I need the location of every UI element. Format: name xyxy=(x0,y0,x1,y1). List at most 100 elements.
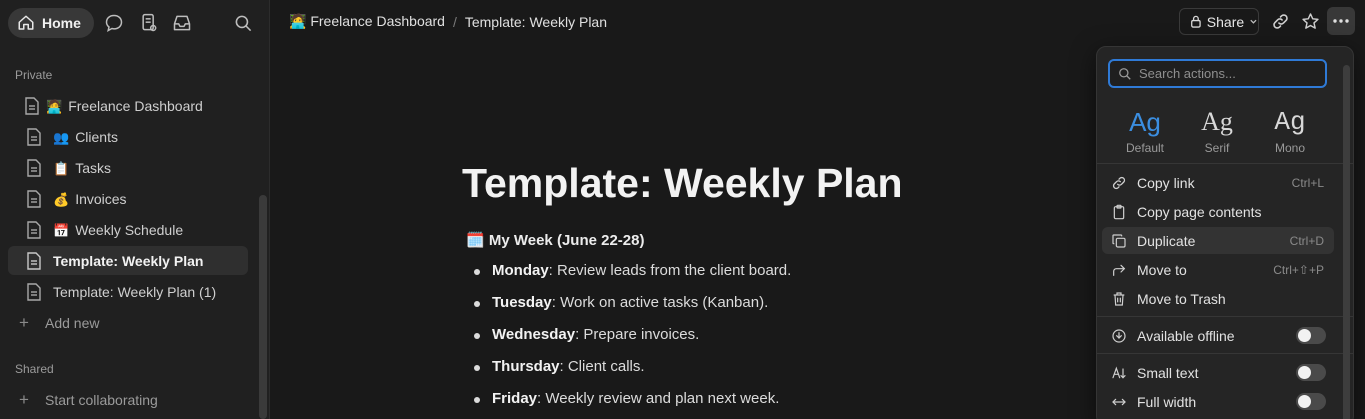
page-icon xyxy=(27,221,41,239)
sidebar-item-invoices[interactable]: 💰 Invoices xyxy=(8,184,248,213)
list-item[interactable]: Wednesday: Prepare invoices. xyxy=(472,326,791,358)
font-label: Default xyxy=(1125,141,1165,155)
sidebar-item-label: Clients xyxy=(75,129,118,145)
week-heading[interactable]: 🗓️ My Week (June 22-28) xyxy=(466,231,644,249)
item-emoji: 👥 xyxy=(53,130,70,145)
day-name: Friday xyxy=(492,390,538,407)
calendar-emoji: 🗓️ xyxy=(466,232,485,249)
menu-item-label: Move to Trash xyxy=(1137,291,1226,307)
list-item[interactable]: Thursday: Client calls. xyxy=(472,358,791,390)
breadcrumb-emoji: 🧑‍💻 xyxy=(289,13,307,29)
search-icon[interactable] xyxy=(232,12,254,34)
small-text-toggle[interactable] xyxy=(1296,364,1326,381)
menu-divider xyxy=(1097,163,1353,164)
page-icon xyxy=(27,252,41,270)
topbar: 🧑‍💻 Freelance Dashboard / Template: Week… xyxy=(271,0,1365,44)
share-button[interactable]: Share xyxy=(1179,8,1259,35)
sidebar-item-tasks[interactable]: 📋 Tasks xyxy=(8,153,248,182)
search-actions-input[interactable] xyxy=(1139,66,1319,81)
font-option-serif[interactable]: Ag Serif xyxy=(1187,105,1247,155)
breadcrumb-separator: / xyxy=(452,13,457,30)
full-width-toggle[interactable] xyxy=(1296,393,1326,410)
home-button[interactable]: Home xyxy=(8,8,94,38)
list-item[interactable]: Tuesday: Work on active tasks (Kanban). xyxy=(472,294,791,326)
full-width-item[interactable]: Full width xyxy=(1102,388,1334,415)
page-icon xyxy=(27,283,41,301)
sidebar-item-label: Freelance Dashboard xyxy=(68,98,203,114)
menu-item-label: Copy page contents xyxy=(1137,204,1262,220)
copy-page-contents-item[interactable]: Copy page contents xyxy=(1102,198,1334,225)
page-icon xyxy=(25,97,39,115)
home-label: Home xyxy=(42,15,81,31)
item-emoji: 📋 xyxy=(53,161,70,176)
sidebar-item-label: Template: Weekly Plan (1) xyxy=(53,284,217,300)
list-item[interactable]: Friday: Weekly review and plan next week… xyxy=(472,390,791,419)
day-name: Tuesday xyxy=(492,294,552,311)
menu-item-label: Copy link xyxy=(1137,175,1195,191)
add-new-label: Add new xyxy=(45,315,100,331)
sidebar-top: Home xyxy=(0,0,270,44)
share-label: Share xyxy=(1206,13,1245,30)
font-label: Serif xyxy=(1204,141,1230,155)
copy-link-item[interactable]: Copy link Ctrl+L xyxy=(1102,169,1334,196)
breadcrumb-parent[interactable]: 🧑‍💻 Freelance Dashboard xyxy=(289,13,445,30)
item-emoji: 💰 xyxy=(53,192,70,207)
ai-meeting-icon[interactable] xyxy=(138,12,160,34)
font-option-mono[interactable]: Ag Mono xyxy=(1260,105,1320,155)
page-actions-menu: Ag Default Ag Serif Ag Mono Copy link Ct… xyxy=(1096,46,1354,419)
menu-item-shortcut: Ctrl+L xyxy=(1291,176,1324,190)
breadcrumb-current[interactable]: Template: Weekly Plan xyxy=(465,14,607,30)
star-icon[interactable] xyxy=(1299,10,1321,32)
home-icon xyxy=(18,15,34,30)
small-text-item[interactable]: Small text xyxy=(1102,359,1334,386)
duplicate-icon xyxy=(1110,232,1128,250)
font-sample: Ag xyxy=(1274,107,1306,137)
sidebar-scrollbar[interactable] xyxy=(259,195,267,419)
menu-item-shortcut: Ctrl+⇧+P xyxy=(1273,263,1324,277)
start-collaborating-label: Start collaborating xyxy=(45,392,158,408)
ellipsis-icon xyxy=(1333,19,1349,23)
sidebar-item-weekly-schedule[interactable]: 📅 Weekly Schedule xyxy=(8,215,248,244)
day-name: Wednesday xyxy=(492,326,576,343)
menu-scrollbar[interactable] xyxy=(1343,65,1350,419)
available-offline-item[interactable]: Available offline xyxy=(1102,322,1334,349)
sidebar-item-template-weekly-plan-1[interactable]: Template: Weekly Plan (1) xyxy=(8,277,248,306)
breadcrumb-parent-label: Freelance Dashboard xyxy=(310,13,445,29)
arrow-turn-right-icon xyxy=(1110,261,1128,279)
sidebar: Home Private 🧑‍💻 Freelance Dashboard 👥 Cli… xyxy=(0,0,270,419)
chevron-down-icon xyxy=(1250,19,1257,24)
list-item[interactable]: Monday: Review leads from the client boa… xyxy=(472,262,791,294)
menu-item-label: Available offline xyxy=(1137,328,1235,344)
move-to-trash-item[interactable]: Move to Trash xyxy=(1102,285,1334,312)
search-actions-field[interactable] xyxy=(1108,59,1327,88)
link-icon[interactable] xyxy=(1269,10,1291,32)
page-icon xyxy=(27,128,41,146)
page-title[interactable]: Template: Weekly Plan xyxy=(462,160,903,207)
private-section-label: Private xyxy=(15,68,53,82)
download-circle-icon xyxy=(1110,327,1128,345)
breadcrumb: 🧑‍💻 Freelance Dashboard / Template: Week… xyxy=(289,13,607,30)
font-sample: Ag xyxy=(1129,107,1161,137)
menu-item-label: Full width xyxy=(1137,394,1197,410)
sidebar-item-label: Template: Weekly Plan xyxy=(53,253,204,269)
lock-icon xyxy=(1191,15,1201,28)
inbox-icon[interactable] xyxy=(171,12,193,34)
move-to-item[interactable]: Move to Ctrl+⇧+P xyxy=(1102,256,1334,283)
more-options-button[interactable] xyxy=(1327,7,1355,35)
page-icon xyxy=(27,159,41,177)
sidebar-item-label: Weekly Schedule xyxy=(75,222,184,238)
sidebar-item-freelance-dashboard[interactable]: 🧑‍💻 Freelance Dashboard xyxy=(8,91,248,120)
plus-icon: + xyxy=(19,313,29,332)
menu-item-label: Small text xyxy=(1137,365,1199,381)
sidebar-item-template-weekly-plan[interactable]: Template: Weekly Plan xyxy=(8,246,248,275)
menu-item-label: Duplicate xyxy=(1137,233,1196,249)
clipboard-icon xyxy=(1110,203,1128,221)
font-label: Mono xyxy=(1274,141,1306,155)
available-offline-toggle[interactable] xyxy=(1296,327,1326,344)
sidebar-item-label: Tasks xyxy=(75,160,111,176)
font-option-default[interactable]: Ag Default xyxy=(1115,105,1175,155)
menu-item-label: Move to xyxy=(1137,262,1187,278)
sidebar-item-clients[interactable]: 👥 Clients xyxy=(8,122,248,151)
duplicate-item[interactable]: Duplicate Ctrl+D xyxy=(1102,227,1334,254)
chat-icon[interactable] xyxy=(103,12,125,34)
